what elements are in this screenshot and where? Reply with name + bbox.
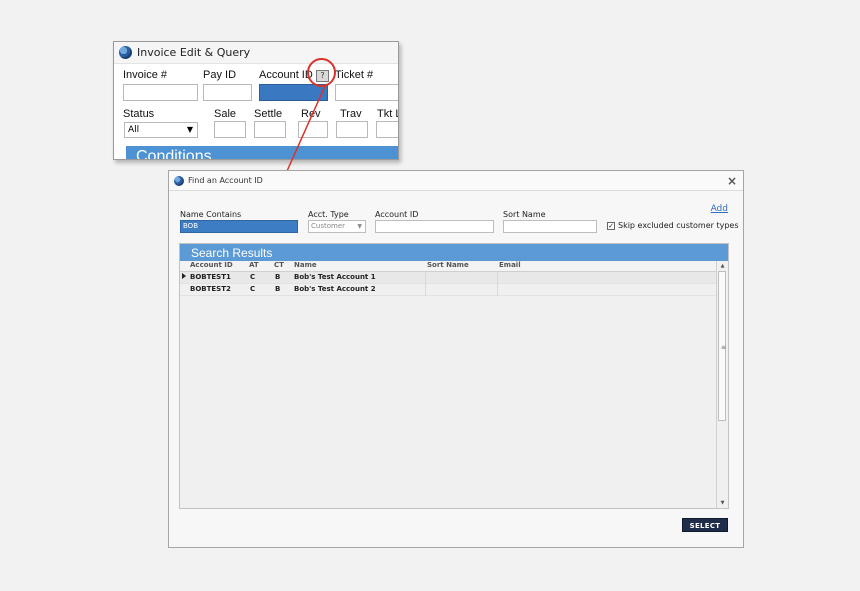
cell-ct: B (275, 285, 281, 293)
status-select-value: All (128, 125, 140, 135)
column-divider (425, 284, 426, 296)
rev-label: Rev (301, 108, 321, 120)
name-contains-input[interactable]: BOB (180, 220, 298, 233)
table-row[interactable]: BOBTEST2 C B Bob's Test Account 2 (180, 284, 716, 296)
column-divider (497, 272, 498, 284)
chevron-down-icon: ▼ (186, 125, 193, 134)
cell-at: C (250, 273, 256, 281)
app-globe-icon (119, 46, 132, 59)
sort-name-label: Sort Name (503, 210, 546, 219)
scrollbar-thumb[interactable]: ≡ (718, 271, 726, 421)
trav-input[interactable] (336, 121, 368, 138)
scroll-down-icon[interactable]: ▼ (717, 498, 728, 508)
acct-type-value: Customer (311, 222, 346, 230)
find-window-title: Find an Account ID (188, 176, 263, 185)
app-globe-icon (174, 175, 184, 186)
sale-label: Sale (214, 108, 237, 120)
conditions-header: Conditions (126, 146, 398, 159)
invoice-number-input[interactable] (123, 84, 198, 101)
results-column-headers: Account ID AT CT Name Sort Name Email (180, 261, 728, 272)
col-account-id[interactable]: Account ID (190, 261, 233, 269)
sort-name-input[interactable] (503, 220, 597, 233)
cell-name: Bob's Test Account 2 (294, 285, 376, 293)
settle-input[interactable] (254, 121, 286, 138)
callout-circle (307, 58, 336, 87)
skip-excluded-label: Skip excluded customer types (618, 221, 739, 230)
cell-at: C (250, 285, 256, 293)
account-id-label: Account ID (375, 210, 419, 219)
skip-excluded-checkbox[interactable]: ✓ Skip excluded customer types (607, 221, 739, 230)
invoice-edit-query-window: Invoice Edit & Query Invoice # Pay ID Ac… (113, 41, 399, 160)
col-sort-name[interactable]: Sort Name (427, 261, 469, 269)
tkt-input[interactable] (376, 121, 398, 138)
account-id-input[interactable] (375, 220, 494, 233)
name-contains-label: Name Contains (180, 210, 242, 219)
column-divider (425, 272, 426, 284)
search-results-panel: Search Results Account ID AT CT Name Sor… (179, 243, 729, 509)
results-scrollbar[interactable]: ▲ ≡ ▼ (716, 261, 728, 508)
cell-account-id: BOBTEST1 (190, 273, 231, 281)
col-email[interactable]: Email (499, 261, 521, 269)
col-at[interactable]: AT (249, 261, 259, 269)
invoice-window-titlebar: Invoice Edit & Query (114, 42, 398, 64)
pay-id-label: Pay ID (203, 69, 237, 81)
cell-account-id: BOBTEST2 (190, 285, 231, 293)
close-icon[interactable]: × (727, 174, 737, 188)
acct-type-select[interactable]: Customer ▼ (308, 220, 366, 233)
col-ct[interactable]: CT (274, 261, 284, 269)
rev-input[interactable] (298, 121, 328, 138)
cell-name: Bob's Test Account 1 (294, 273, 376, 281)
find-window-titlebar: Find an Account ID (169, 171, 743, 191)
sale-input[interactable] (214, 121, 246, 138)
chevron-down-icon: ▼ (357, 223, 362, 230)
row-pointer-icon (182, 273, 186, 279)
checkbox-checked-icon: ✓ (607, 221, 615, 230)
scroll-up-icon[interactable]: ▲ (717, 261, 728, 271)
acct-type-label: Acct. Type (308, 210, 349, 219)
find-account-id-window: Find an Account ID × Name Contains Acct.… (168, 170, 744, 548)
table-row[interactable]: BOBTEST1 C B Bob's Test Account 1 (180, 272, 716, 284)
invoice-window-title: Invoice Edit & Query (137, 46, 251, 59)
account-id-label: Account ID (259, 69, 313, 81)
cell-ct: B (275, 273, 281, 281)
pay-id-input[interactable] (203, 84, 252, 101)
column-divider (497, 284, 498, 296)
invoice-number-label: Invoice # (123, 69, 168, 81)
add-link[interactable]: Add (711, 204, 728, 214)
select-button[interactable]: SELECT (682, 518, 728, 532)
ticket-number-input[interactable] (335, 84, 398, 101)
grip-icon: ≡ (721, 344, 727, 351)
settle-label: Settle (254, 108, 283, 120)
ticket-number-label: Ticket # (335, 69, 374, 81)
status-select[interactable]: All ▼ (124, 122, 198, 138)
status-label: Status (123, 108, 155, 120)
search-results-header: Search Results (180, 244, 728, 261)
col-name[interactable]: Name (294, 261, 317, 269)
trav-label: Trav (340, 108, 362, 120)
tkt-label: Tkt L (377, 108, 398, 120)
